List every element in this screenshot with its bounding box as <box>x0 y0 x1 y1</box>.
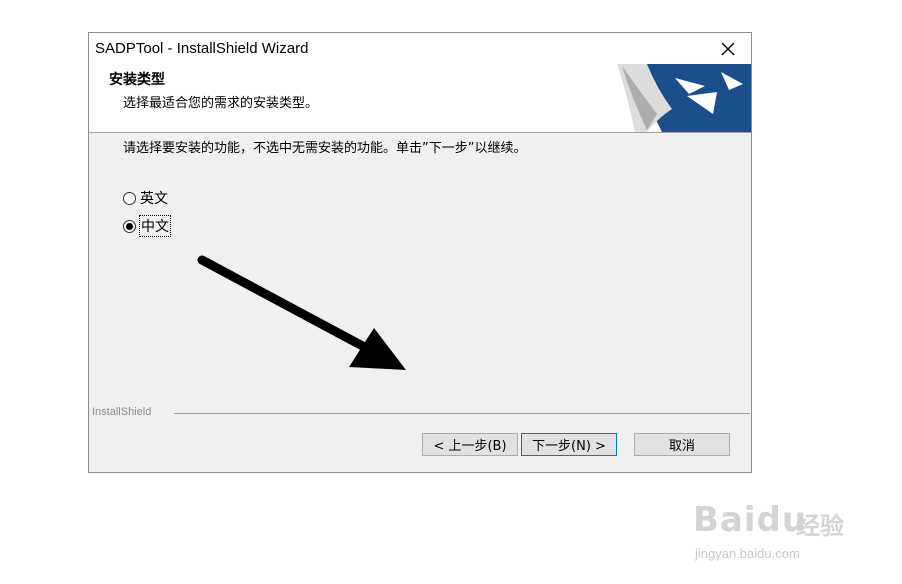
watermark-text: 经验 <box>796 512 844 540</box>
installshield-dialog: SADPTool - InstallShield Wizard 安装类型 选择最… <box>88 32 752 473</box>
next-button[interactable]: 下一步(N) > <box>521 433 617 456</box>
cancel-button[interactable]: 取消 <box>634 433 730 456</box>
radio-english[interactable] <box>123 191 136 205</box>
baidu-watermark: Baidu 经验 jingyan.baidu.com <box>693 488 863 572</box>
baidu-logo: Baidu <box>693 500 808 540</box>
close-icon <box>721 42 735 55</box>
radio-chinese[interactable] <box>123 219 136 233</box>
instruction-text: 请选择要安装的功能，不选中无需安装的功能。单击”下一步”以继续。 <box>123 141 527 156</box>
title-bar: SADPTool - InstallShield Wizard <box>89 33 751 64</box>
page-title: 安装类型 <box>109 72 165 88</box>
close-button[interactable] <box>705 33 751 64</box>
installshield-logo-icon <box>617 64 751 132</box>
watermark-url: jingyan.baidu.com <box>695 546 800 561</box>
option-english[interactable]: 英文 <box>123 188 168 208</box>
option-english-label: 英文 <box>140 191 168 207</box>
option-chinese[interactable]: 中文 <box>123 215 171 237</box>
footer-divider <box>174 413 750 414</box>
back-button[interactable]: < 上一步(B) <box>422 433 518 456</box>
window-title: SADPTool - InstallShield Wizard <box>95 40 309 57</box>
page-subtitle: 选择最适合您的需求的安装类型。 <box>123 96 319 111</box>
wizard-header: 安装类型 选择最适合您的需求的安装类型。 <box>89 64 751 133</box>
installshield-brand: InstallShield <box>92 406 152 418</box>
option-chinese-label: 中文 <box>139 215 171 237</box>
